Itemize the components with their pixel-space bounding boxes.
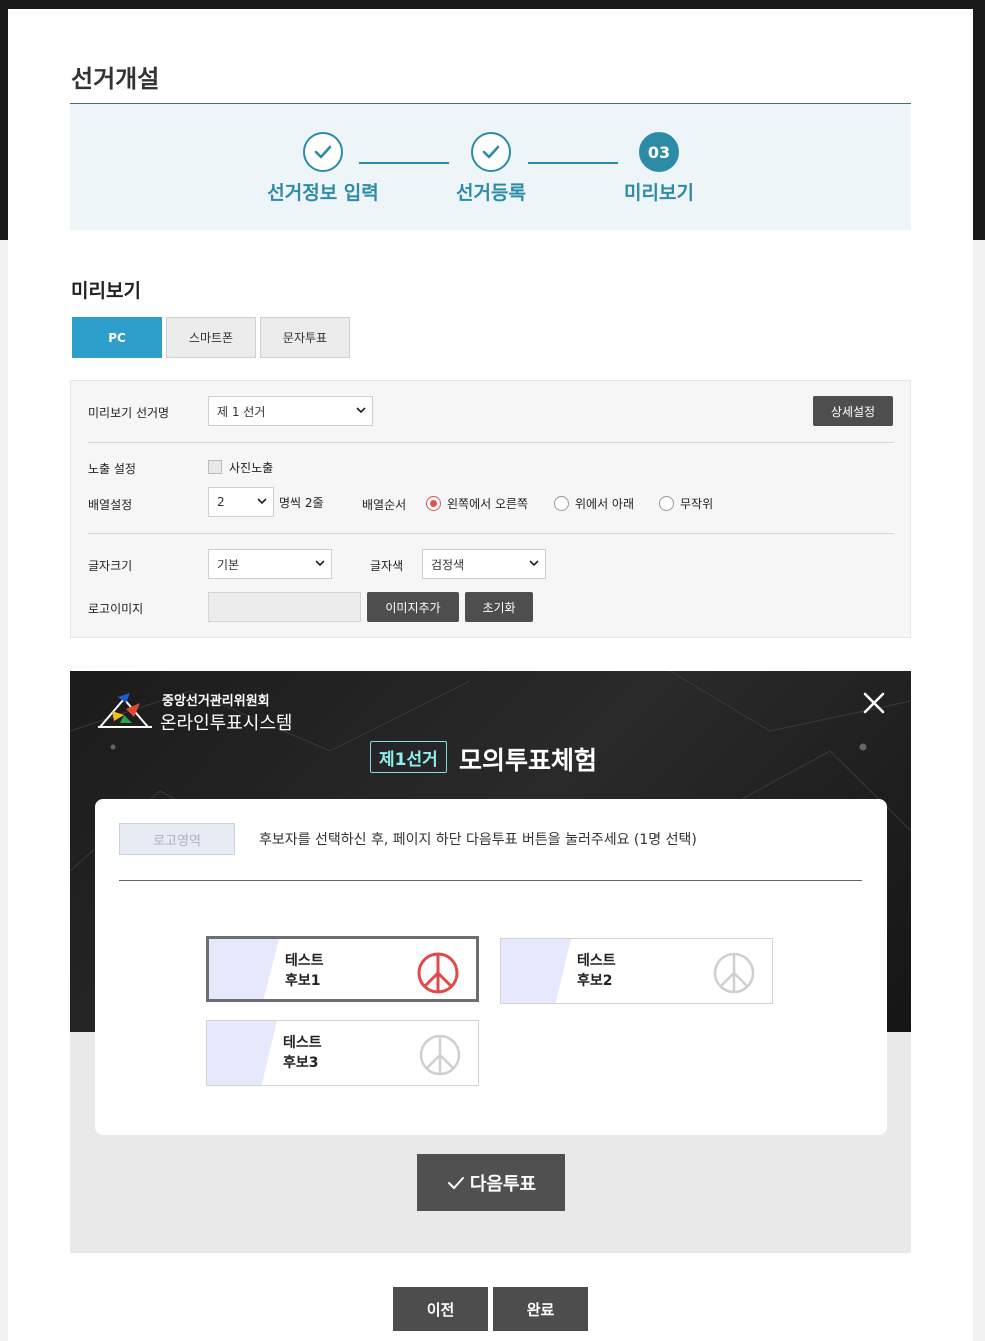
stepper: 선거정보 입력 선거등록 03 미리보기 — [70, 104, 911, 230]
vote-stamp-icon — [713, 952, 755, 994]
check-icon — [303, 132, 343, 172]
font-color-select[interactable]: 검정색 — [422, 549, 546, 579]
exposure-label: 노출 설정 — [88, 462, 136, 476]
candidate-name-line2: 후보1 — [285, 973, 321, 989]
nec-logo-icon — [98, 693, 152, 728]
prev-button[interactable]: 이전 — [393, 1287, 488, 1331]
layout-suffix: 명씩 2줄 — [279, 496, 324, 510]
add-image-button[interactable]: 이미지추가 — [367, 592, 459, 622]
chevron-down-icon — [315, 560, 325, 567]
ballot-preview: 중앙선거관리위원회 온라인투표시스템 제1선거 모의투표체험 로고영역 후보자를… — [70, 671, 911, 1253]
next-vote-label: 다음투표 — [469, 1173, 537, 1195]
next-vote-button[interactable]: 다음투표 — [417, 1154, 565, 1211]
order-radio-top-bottom[interactable] — [554, 496, 569, 511]
order-radio-random[interactable] — [659, 496, 674, 511]
photo-checkbox[interactable] — [208, 460, 222, 474]
candidate-card[interactable]: 테스트 후보1 — [206, 936, 479, 1002]
check-icon — [447, 1176, 464, 1189]
candidate-name: 테스트 후보1 — [285, 951, 324, 991]
step-2: 선거등록 — [421, 132, 561, 205]
instruction-text: 후보자를 선택하신 후, 페이지 하단 다음투표 버튼을 눌러주세요 (1명 선… — [259, 832, 697, 848]
election-badge: 제1선거 — [370, 741, 447, 773]
candidate-card[interactable]: 테스트 후보2 — [500, 938, 773, 1004]
layout-select[interactable]: 2 — [208, 487, 274, 517]
candidate-photo-area — [501, 939, 571, 1003]
candidate-name-line2: 후보3 — [283, 1055, 319, 1071]
candidate-name-line2: 후보2 — [577, 973, 613, 989]
candidate-name-line1: 테스트 — [285, 953, 324, 969]
check-icon — [471, 132, 511, 172]
step-1: 선거정보 입력 — [253, 132, 393, 205]
page-title: 선거개설 — [71, 65, 160, 93]
font-size-select[interactable]: 기본 — [208, 549, 332, 579]
tab-smartphone[interactable]: 스마트폰 — [166, 317, 256, 358]
font-size-value: 기본 — [217, 557, 240, 572]
candidate-name: 테스트 후보2 — [577, 951, 616, 991]
election-name-label: 미리보기 선거명 — [88, 406, 170, 420]
ballot-divider — [119, 880, 862, 881]
logo-placeholder: 로고영역 — [119, 823, 235, 855]
font-color-value: 검정색 — [431, 557, 465, 572]
step-label: 선거정보 입력 — [267, 182, 379, 204]
order-option-label: 왼쪽에서 오른쪽 — [447, 497, 529, 511]
vote-stamp-icon — [417, 952, 459, 994]
modal: 선거개설 선거정보 입력 선거등록 03 미리보기 미리보기 PC 스마트폰 문… — [8, 9, 973, 1341]
candidate-name: 테스트 후보3 — [283, 1033, 322, 1073]
step-label: 선거등록 — [456, 182, 526, 204]
logo-image-label: 로고이미지 — [88, 602, 144, 616]
step-3: 03 미리보기 — [589, 132, 729, 205]
step-number: 03 — [639, 132, 679, 172]
close-icon[interactable] — [862, 691, 886, 715]
candidate-name-line1: 테스트 — [283, 1035, 322, 1051]
chevron-down-icon — [356, 407, 366, 414]
candidate-photo-area — [207, 1021, 277, 1085]
order-option-label: 위에서 아래 — [575, 497, 635, 511]
preview-section-title: 미리보기 — [71, 280, 141, 302]
order-radio-left-right[interactable] — [426, 496, 441, 511]
tab-pc[interactable]: PC — [72, 317, 162, 358]
font-color-label: 글자색 — [370, 559, 404, 573]
election-name-value: 제 1 선거 — [217, 404, 266, 419]
ballot-card: 로고영역 후보자를 선택하신 후, 페이지 하단 다음투표 버튼을 눌러주세요 … — [95, 799, 887, 1135]
layout-value: 2 — [217, 495, 225, 509]
divider — [88, 442, 894, 443]
order-label: 배열순서 — [362, 498, 407, 512]
chevron-down-icon — [257, 498, 267, 505]
font-size-label: 글자크기 — [88, 559, 133, 573]
chevron-down-icon — [529, 560, 539, 567]
org-title: 온라인투표시스템 — [160, 713, 293, 734]
done-button[interactable]: 완료 — [493, 1287, 588, 1331]
candidate-photo-area — [209, 939, 279, 999]
layout-label: 배열설정 — [88, 498, 133, 512]
tab-text-vote[interactable]: 문자투표 — [260, 317, 350, 358]
candidate-card[interactable]: 테스트 후보3 — [206, 1020, 479, 1086]
vote-stamp-icon — [419, 1034, 461, 1076]
logo-file-input[interactable] — [208, 592, 361, 622]
org-subtitle: 중앙선거관리위원회 — [162, 694, 270, 709]
step-label: 미리보기 — [624, 182, 694, 204]
preview-title: 모의투표체험 — [459, 746, 598, 775]
detail-settings-button[interactable]: 상세설정 — [813, 396, 893, 426]
candidate-name-line1: 테스트 — [577, 953, 616, 969]
election-name-select[interactable]: 제 1 선거 — [208, 396, 373, 426]
photo-checkbox-label: 사진노출 — [229, 461, 274, 475]
order-option-label: 무작위 — [680, 497, 714, 511]
settings-panel: 미리보기 선거명 제 1 선거 상세설정 노출 설정 사진노출 배열설정 2 명… — [70, 380, 911, 638]
reset-button[interactable]: 초기화 — [465, 592, 533, 622]
divider — [88, 533, 894, 534]
